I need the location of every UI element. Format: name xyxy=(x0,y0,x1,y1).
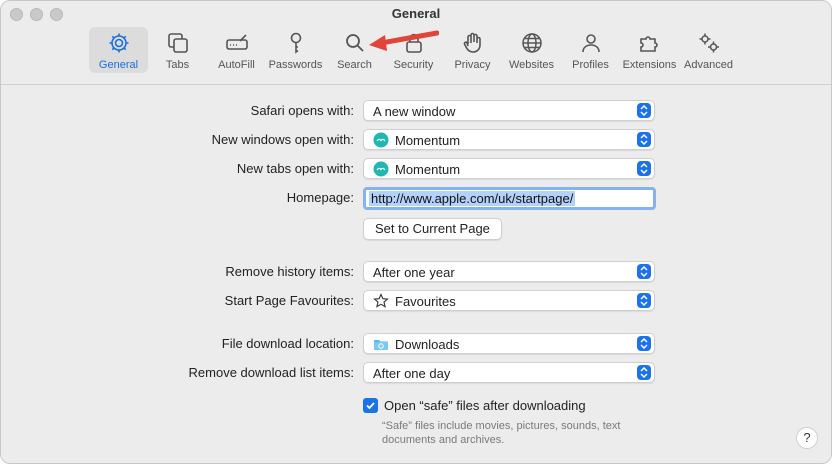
remove-history-label: Remove history items: xyxy=(225,264,354,279)
tab-security-label: Security xyxy=(393,59,434,71)
help-button[interactable]: ? xyxy=(796,427,818,449)
star-icon xyxy=(373,293,389,308)
preferences-window: General General Tabs AutoFill Passwords … xyxy=(0,0,832,464)
tab-privacy[interactable]: Privacy xyxy=(443,27,502,73)
set-to-current-page-button[interactable]: Set to Current Page xyxy=(363,218,502,240)
remove-downloads-row: Remove download list items: After one da… xyxy=(1,362,831,384)
safari-opens-label: Safari opens with: xyxy=(250,103,354,118)
remove-downloads-select[interactable]: After one day xyxy=(363,362,655,383)
homepage-row: Homepage: http://www.apple.com/uk/startp… xyxy=(1,187,831,210)
safari-opens-select[interactable]: A new window xyxy=(363,100,655,121)
remove-downloads-value: After one day xyxy=(373,366,451,381)
new-windows-select[interactable]: Momentum xyxy=(363,129,655,150)
new-tabs-select[interactable]: Momentum xyxy=(363,158,655,179)
momentum-icon xyxy=(373,132,389,148)
folder-icon xyxy=(374,340,388,350)
download-location-value: Downloads xyxy=(395,337,460,352)
momentum-icon xyxy=(373,161,389,177)
open-safe-files-checkbox[interactable] xyxy=(363,398,378,413)
new-tabs-value: Momentum xyxy=(395,162,461,177)
hand-icon xyxy=(463,32,481,53)
homepage-label: Homepage: xyxy=(286,190,354,205)
safari-opens-row: Safari opens with: A new window xyxy=(1,100,831,122)
tab-tabs[interactable]: Tabs xyxy=(148,27,207,73)
window-title: General xyxy=(391,6,441,21)
download-location-row: File download location: Downloads xyxy=(1,333,831,355)
tab-tabs-label: Tabs xyxy=(165,59,190,71)
open-safe-files-label: Open “safe” files after downloading xyxy=(384,398,586,413)
tab-websites-label: Websites xyxy=(508,59,555,71)
titlebar: General General Tabs AutoFill Passwords … xyxy=(1,1,831,85)
new-windows-row: New windows open with: Momentum xyxy=(1,129,831,151)
remove-history-select[interactable]: After one year xyxy=(363,261,655,282)
tab-search-label: Search xyxy=(337,59,372,71)
start-page-favourites-label: Start Page Favourites: xyxy=(224,293,354,308)
tab-general-label: General xyxy=(98,59,139,71)
homepage-input[interactable]: http://www.apple.com/uk/startpage/ xyxy=(363,187,656,210)
person-icon xyxy=(581,34,600,53)
tab-autofill-label: AutoFill xyxy=(218,59,255,71)
safari-opens-value: A new window xyxy=(373,104,456,119)
tab-websites[interactable]: Websites xyxy=(502,27,561,73)
autofill-icon xyxy=(225,34,248,50)
new-tabs-label: New tabs open with: xyxy=(236,161,354,176)
tab-profiles[interactable]: Profiles xyxy=(561,27,620,73)
tabs-icon xyxy=(167,33,188,53)
set-current-row: Set to Current Page xyxy=(1,218,831,240)
chevron-updown-icon xyxy=(637,132,651,147)
tab-privacy-label: Privacy xyxy=(454,59,491,71)
new-windows-label: New windows open with: xyxy=(211,132,354,147)
safe-files-hint: “Safe” files include movies, pictures, s… xyxy=(382,420,621,446)
tab-advanced[interactable]: Advanced xyxy=(679,27,738,73)
chevron-updown-icon xyxy=(637,264,651,279)
tab-autofill[interactable]: AutoFill xyxy=(207,27,266,73)
remove-history-value: After one year xyxy=(373,265,455,280)
new-windows-value: Momentum xyxy=(395,133,461,148)
homepage-value: http://www.apple.com/uk/startpage/ xyxy=(369,191,576,206)
download-location-label: File download location: xyxy=(221,336,354,351)
puzzle-icon xyxy=(639,36,658,52)
globe-icon xyxy=(521,33,542,53)
tab-extensions-label: Extensions xyxy=(622,59,677,71)
chevron-updown-icon xyxy=(637,336,651,351)
remove-history-row: Remove history items: After one year xyxy=(1,261,831,283)
new-tabs-row: New tabs open with: Momentum xyxy=(1,158,831,180)
tab-profiles-label: Profiles xyxy=(572,59,609,71)
annotation-arrow-icon xyxy=(369,30,439,51)
remove-downloads-label: Remove download list items: xyxy=(188,365,354,380)
start-page-favourites-select[interactable]: Favourites xyxy=(363,290,655,311)
checkmark-icon xyxy=(366,402,375,410)
tab-general[interactable]: General xyxy=(89,27,148,73)
chevron-updown-icon xyxy=(637,365,651,380)
key-icon xyxy=(290,32,301,54)
tab-passwords-label: Passwords xyxy=(268,59,323,71)
tab-passwords[interactable]: Passwords xyxy=(266,27,325,73)
chevron-updown-icon xyxy=(637,293,651,308)
chevron-updown-icon xyxy=(637,103,651,118)
gear-icon xyxy=(109,33,128,53)
download-location-select[interactable]: Downloads xyxy=(363,333,655,354)
start-page-favourites-row: Start Page Favourites: Favourites xyxy=(1,290,831,312)
gears-icon xyxy=(699,33,719,53)
tab-extensions[interactable]: Extensions xyxy=(620,27,679,73)
general-settings-pane: Safari opens with: A new window New wind… xyxy=(1,86,831,463)
tab-advanced-label: Advanced xyxy=(684,59,733,71)
chevron-updown-icon xyxy=(637,161,651,176)
start-page-favourites-value: Favourites xyxy=(395,294,456,309)
